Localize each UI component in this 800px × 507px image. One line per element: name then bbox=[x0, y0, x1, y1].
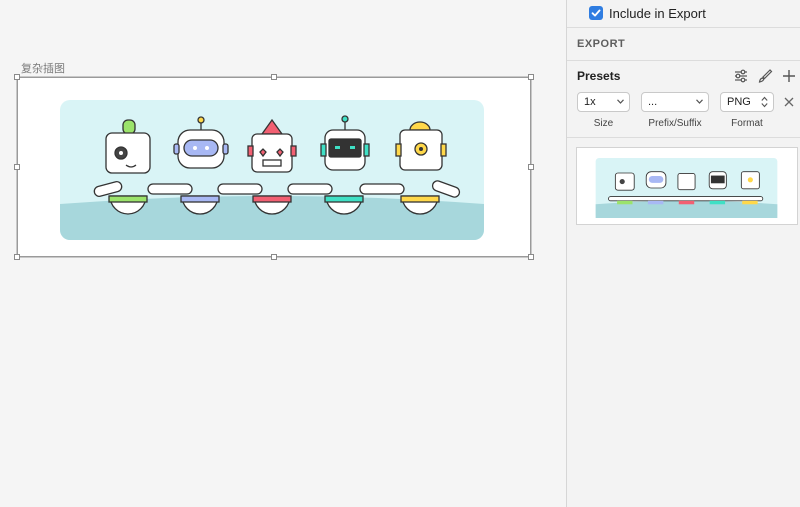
robot-red bbox=[247, 118, 297, 215]
prefix-suffix-select[interactable]: ... bbox=[641, 92, 709, 112]
export-preview-thumbnail bbox=[595, 158, 778, 218]
inspector-panel: Include in Export EXPORT Presets 1x ... … bbox=[566, 0, 800, 507]
robots-illustration[interactable] bbox=[60, 100, 484, 240]
divider bbox=[567, 137, 800, 138]
checkmark-icon bbox=[591, 9, 601, 17]
divider bbox=[567, 27, 800, 28]
resize-handle-top-left[interactable] bbox=[14, 74, 20, 80]
size-label: Size bbox=[593, 118, 614, 129]
format-value: PNG bbox=[727, 96, 751, 108]
resize-handle-bottom-right[interactable] bbox=[528, 254, 534, 260]
presets-label: Presets bbox=[577, 69, 621, 83]
brush-icon[interactable] bbox=[757, 68, 773, 84]
canvas[interactable]: 复杂插图 bbox=[0, 0, 566, 507]
export-section-title: EXPORT bbox=[577, 38, 626, 50]
sliders-icon[interactable] bbox=[733, 68, 749, 84]
close-icon[interactable] bbox=[782, 95, 796, 109]
chevron-down-icon bbox=[696, 99, 703, 104]
format-select[interactable]: PNG bbox=[720, 92, 774, 112]
prefix-suffix-label: Prefix/Suffix bbox=[648, 118, 702, 129]
include-in-export-row[interactable]: Include in Export bbox=[589, 4, 706, 22]
stepper-icon bbox=[761, 96, 768, 108]
include-in-export-checkbox[interactable] bbox=[589, 6, 603, 20]
resize-handle-bottom-left[interactable] bbox=[14, 254, 20, 260]
include-in-export-label[interactable]: Include in Export bbox=[609, 6, 706, 21]
resize-handle-left[interactable] bbox=[14, 164, 20, 170]
prefix-suffix-value: ... bbox=[648, 96, 658, 108]
robot-green bbox=[105, 119, 151, 215]
artboard-label[interactable]: 复杂插图 bbox=[21, 60, 65, 76]
size-select[interactable]: 1x bbox=[577, 92, 630, 112]
format-label: Format bbox=[731, 118, 763, 129]
robot-yellow bbox=[395, 121, 447, 215]
resize-handle-top[interactable] bbox=[271, 74, 277, 80]
plus-icon[interactable] bbox=[781, 68, 797, 84]
export-preview bbox=[576, 147, 798, 225]
chevron-down-icon bbox=[617, 99, 624, 104]
resize-handle-right[interactable] bbox=[528, 164, 534, 170]
resize-handle-top-right[interactable] bbox=[528, 74, 534, 80]
divider bbox=[567, 60, 800, 61]
resize-handle-bottom[interactable] bbox=[271, 254, 277, 260]
size-value: 1x bbox=[584, 96, 596, 108]
